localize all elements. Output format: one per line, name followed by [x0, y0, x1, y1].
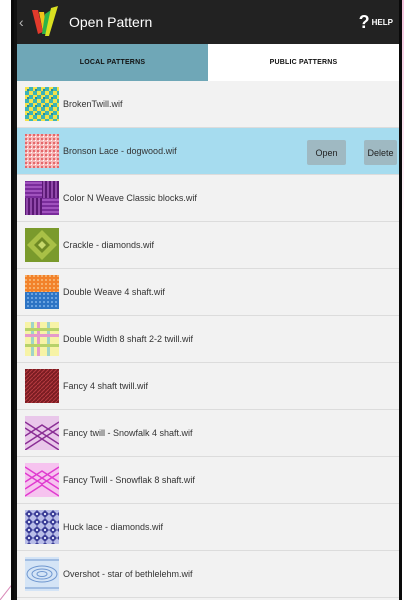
- pattern-file-name: Crackle - diamonds.wif: [63, 240, 155, 250]
- pattern-thumbnail: [25, 181, 59, 215]
- pattern-list-item[interactable]: Fancy Twill - Snowflak 8 shaft.wif: [17, 457, 399, 504]
- help-button[interactable]: ? HELP: [359, 12, 393, 33]
- pattern-thumbnail: [25, 416, 59, 450]
- screen-title: Open Pattern: [69, 14, 153, 30]
- back-icon[interactable]: ‹: [19, 14, 27, 30]
- pattern-list: BrokenTwill.wif Bronson Lace - dogwood.w…: [17, 81, 399, 598]
- tab-public-patterns[interactable]: PUBLIC PATTERNS: [208, 44, 399, 81]
- pattern-list-item[interactable]: Huck lace - diamonds.wif: [17, 504, 399, 551]
- pattern-list-item[interactable]: Fancy 4 shaft twill.wif: [17, 363, 399, 410]
- pattern-thumbnail: [25, 510, 59, 544]
- pattern-list-item[interactable]: BrokenTwill.wif: [17, 81, 399, 128]
- help-icon: ?: [358, 12, 370, 32]
- pattern-file-name: Bronson Lace - dogwood.wif: [63, 146, 177, 156]
- pattern-list-item[interactable]: Double Width 8 shaft 2-2 twill.wif: [17, 316, 399, 363]
- device-frame: ‹ Open Pattern ? HELP LOCAL PATTERNS PUB…: [11, 0, 402, 600]
- pattern-thumbnail: [25, 87, 59, 121]
- pattern-list-item[interactable]: Fancy twill - Snowfalk 4 shaft.wif: [17, 410, 399, 457]
- pattern-thumbnail: [25, 275, 59, 309]
- pattern-file-name: Fancy twill - Snowfalk 4 shaft.wif: [63, 428, 193, 438]
- pattern-list-item[interactable]: Double Weave 4 shaft.wif: [17, 269, 399, 316]
- pattern-list-item[interactable]: Color N Weave Classic blocks.wif: [17, 175, 399, 222]
- app-logo-icon[interactable]: [29, 4, 61, 40]
- pattern-thumbnail: [25, 369, 59, 403]
- pattern-source-tabs: LOCAL PATTERNS PUBLIC PATTERNS: [17, 44, 399, 81]
- pattern-thumbnail: [25, 322, 59, 356]
- pattern-file-name: Double Width 8 shaft 2-2 twill.wif: [63, 334, 194, 344]
- pattern-file-name: Fancy 4 shaft twill.wif: [63, 381, 149, 391]
- pattern-file-name: Huck lace - diamonds.wif: [63, 522, 164, 532]
- tab-local-patterns[interactable]: LOCAL PATTERNS: [17, 44, 208, 81]
- pattern-list-item[interactable]: Crackle - diamonds.wif: [17, 222, 399, 269]
- pattern-file-name: Color N Weave Classic blocks.wif: [63, 193, 197, 203]
- pattern-list-item[interactable]: Overshot - star of bethlelehm.wif: [17, 551, 399, 598]
- pattern-list-item-selected[interactable]: Bronson Lace - dogwood.wif Open Delete: [17, 128, 399, 175]
- pattern-thumbnail: [25, 228, 59, 262]
- action-bar: ‹ Open Pattern ? HELP: [17, 0, 399, 44]
- pattern-thumbnail: [25, 463, 59, 497]
- open-button[interactable]: Open: [307, 140, 346, 165]
- delete-button[interactable]: Delete: [364, 140, 397, 165]
- pattern-thumbnail: [25, 134, 59, 168]
- pattern-file-name: Overshot - star of bethlelehm.wif: [63, 569, 193, 579]
- pattern-file-name: Fancy Twill - Snowflak 8 shaft.wif: [63, 475, 195, 485]
- pattern-thumbnail: [25, 557, 59, 591]
- pattern-file-name: BrokenTwill.wif: [63, 99, 123, 109]
- help-label: HELP: [371, 18, 393, 27]
- pattern-file-name: Double Weave 4 shaft.wif: [63, 287, 165, 297]
- app-screen: ‹ Open Pattern ? HELP LOCAL PATTERNS PUB…: [17, 0, 399, 600]
